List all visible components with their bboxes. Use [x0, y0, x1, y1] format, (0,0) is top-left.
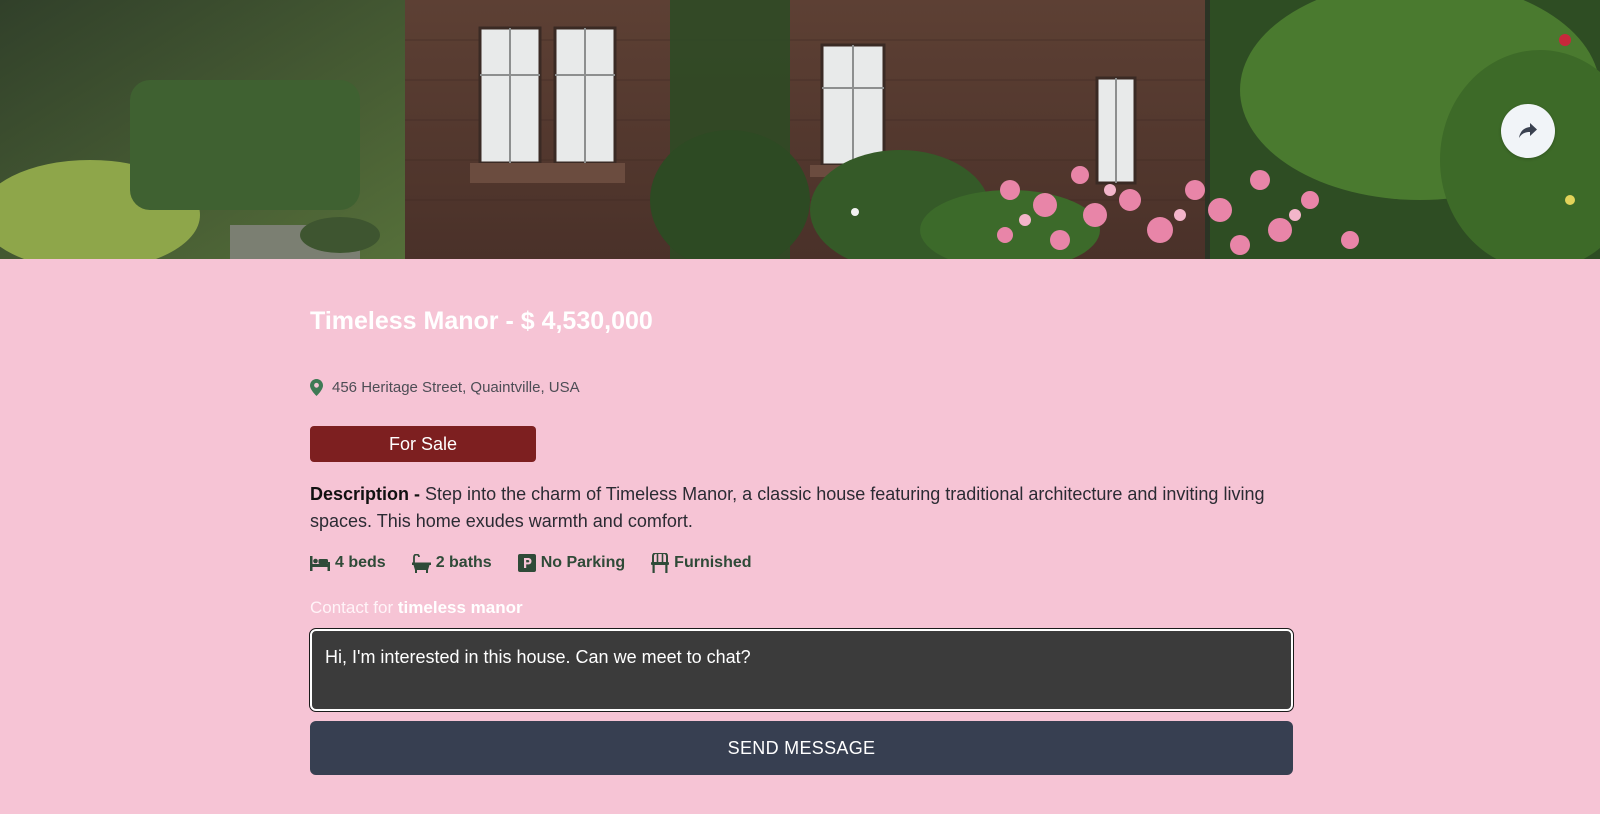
contact-prefix: Contact for	[310, 598, 394, 617]
feature-baths-label: 2 baths	[435, 554, 492, 571]
feature-furnished: Furnished	[651, 553, 752, 573]
contact-heading: Contact for timeless manor	[310, 598, 523, 618]
contact-listing-name: timeless manor	[397, 598, 523, 617]
address: 456 Heritage Street, Quaintville, USA	[310, 379, 580, 396]
description-label: Description -	[310, 484, 421, 504]
bed-icon	[310, 555, 330, 571]
feature-parking: No Parking	[517, 554, 626, 572]
listing-title: Timeless Manor - $ 4,530,000	[310, 307, 653, 335]
feature-beds-label: 4 beds	[335, 554, 386, 571]
feature-beds: 4 beds	[310, 554, 386, 572]
bath-icon	[411, 553, 431, 573]
chair-icon	[651, 553, 670, 573]
share-icon	[1519, 123, 1537, 138]
house-photo	[0, 0, 1600, 259]
status-badge: For Sale	[310, 426, 536, 462]
feature-baths: 2 baths	[411, 553, 492, 573]
features-list: 4 beds 2 baths No Parking Furnished	[310, 553, 752, 573]
share-button[interactable]	[1501, 104, 1555, 158]
feature-parking-label: No Parking	[540, 554, 626, 571]
message-input[interactable]: Hi, I'm interested in this house. Can we…	[309, 628, 1294, 712]
description: Description - Step into the charm of Tim…	[310, 481, 1293, 535]
description-text: Step into the charm of Timeless Manor, a…	[310, 484, 1265, 531]
address-text: 456 Heritage Street, Quaintville, USA	[332, 379, 580, 396]
send-message-button[interactable]: SEND MESSAGE	[310, 721, 1293, 775]
hero-image	[0, 0, 1600, 259]
feature-furnished-label: Furnished	[674, 554, 752, 571]
parking-icon	[517, 554, 536, 572]
map-pin-icon	[310, 379, 323, 396]
